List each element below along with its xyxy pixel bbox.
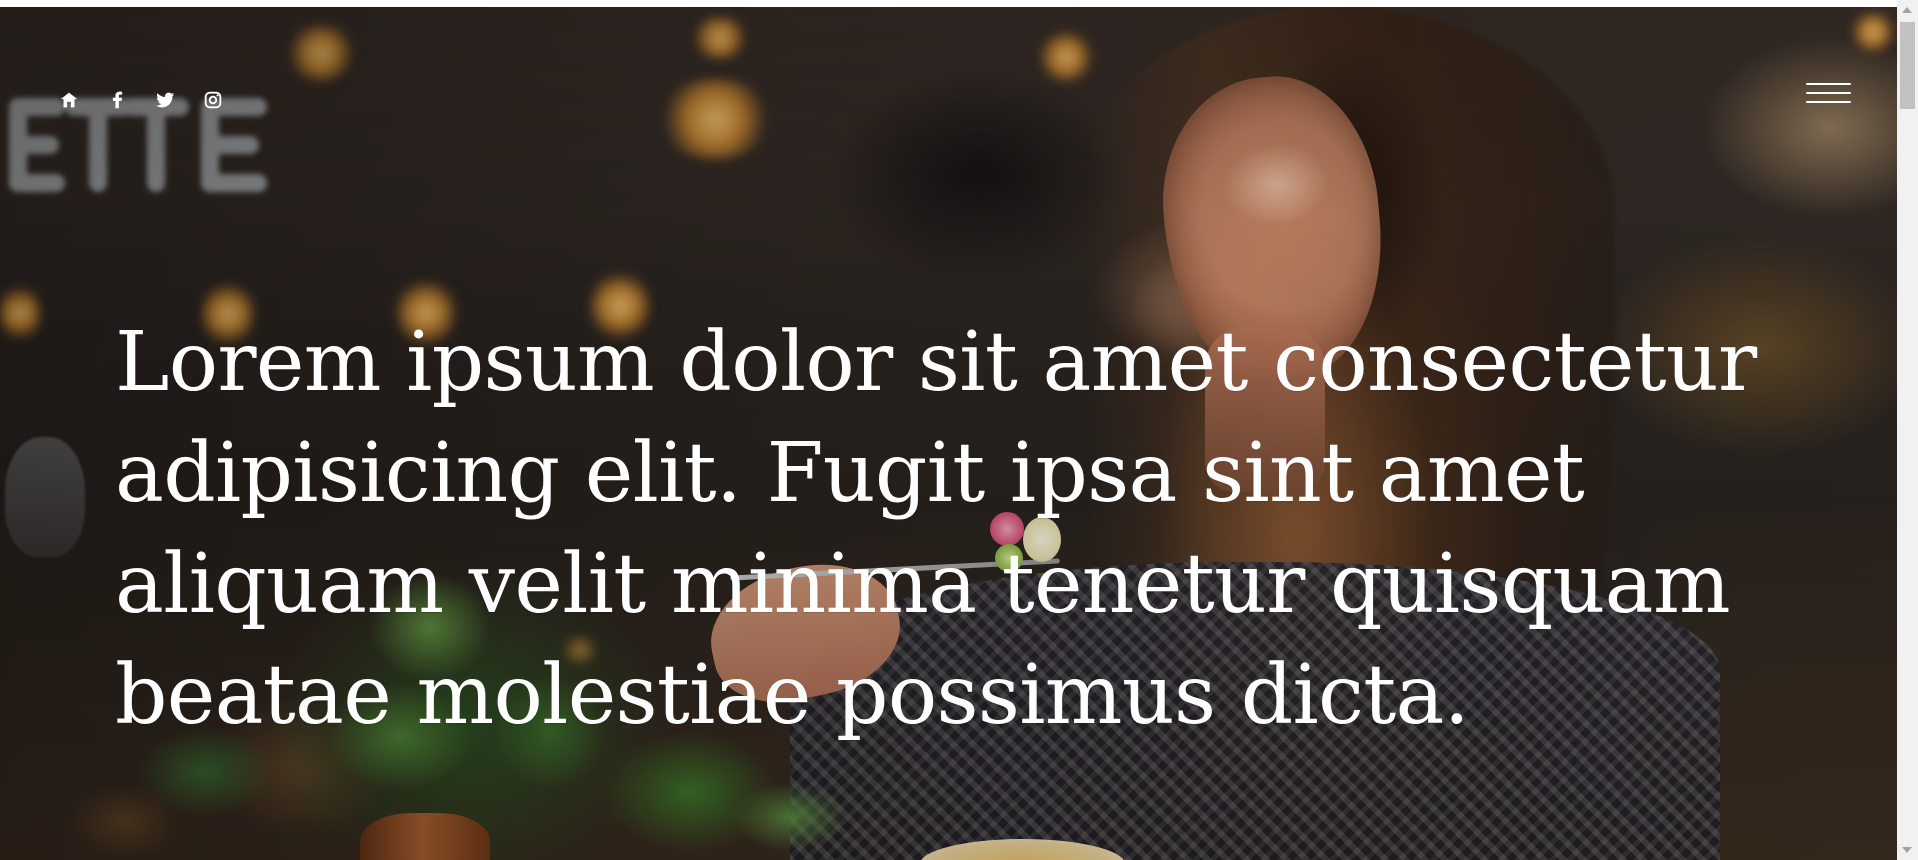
hero-heading: Lorem ipsum dolor sit amet consectetur a… bbox=[115, 315, 1757, 743]
scroll-down-icon[interactable] bbox=[1902, 847, 1912, 853]
facebook-icon[interactable] bbox=[105, 88, 129, 112]
instagram-icon-glyph bbox=[204, 91, 222, 109]
home-icon[interactable] bbox=[57, 88, 81, 112]
instagram-icon[interactable] bbox=[201, 88, 225, 112]
twitter-icon[interactable] bbox=[153, 88, 177, 112]
scroll-up-icon[interactable] bbox=[1902, 7, 1912, 13]
scrollbar-thumb[interactable] bbox=[1900, 22, 1915, 109]
menu-line bbox=[1806, 83, 1851, 85]
menu-line bbox=[1806, 92, 1851, 94]
twitter-icon-glyph bbox=[156, 92, 175, 108]
facebook-icon-glyph bbox=[112, 91, 123, 109]
home-icon-glyph bbox=[60, 92, 78, 108]
vertical-scrollbar[interactable] bbox=[1897, 0, 1918, 860]
hamburger-menu-icon[interactable] bbox=[1806, 83, 1851, 111]
page: Lorem ipsum dolor sit amet consectetur a… bbox=[0, 0, 1918, 860]
menu-line bbox=[1806, 101, 1851, 103]
hero-section: Lorem ipsum dolor sit amet consectetur a… bbox=[0, 7, 1897, 860]
social-nav bbox=[57, 88, 225, 112]
